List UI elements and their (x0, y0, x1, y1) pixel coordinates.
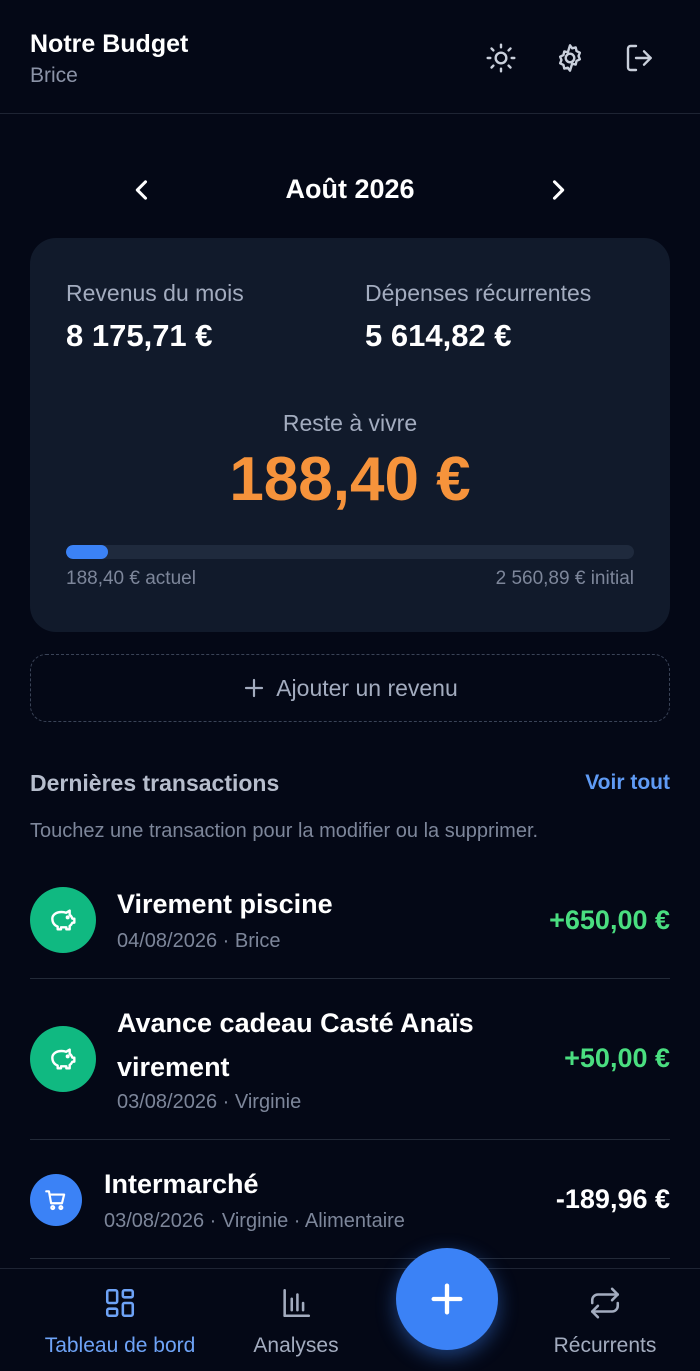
piggy-bank-icon (30, 1026, 96, 1092)
gear-icon[interactable] (550, 38, 590, 78)
transaction-title: Intermarché (104, 1169, 259, 1199)
remaining-progress-fill (66, 545, 108, 559)
nav-analytics-label: Analyses (253, 1334, 339, 1357)
transaction-meta: 03/08/2026 · Virginie (117, 1091, 302, 1113)
chevron-right-icon (552, 180, 565, 200)
transactions-hint: Touchez une transaction pour la modifier… (30, 820, 539, 842)
income-value: 8 175,71 € (66, 318, 213, 353)
income-label: Revenus du mois (66, 280, 244, 306)
transaction-meta: 04/08/2026 · Brice (117, 930, 281, 952)
transaction-title-line-2: virement (117, 1052, 230, 1082)
plus-icon (245, 678, 264, 698)
transaction-amount: -189,96 € (555, 1184, 670, 1214)
repeat-icon (590, 1287, 620, 1319)
sun-icon[interactable] (481, 38, 521, 78)
nav-dashboard-label: Tableau de bord (44, 1334, 196, 1357)
transaction-row[interactable]: Virement piscine 04/08/2026 · Brice +650… (30, 870, 670, 978)
remaining-progress-bar (66, 545, 634, 559)
transaction-row[interactable]: Intermarché 03/08/2026 · Virginie · Alim… (30, 1140, 670, 1258)
progress-current-label: 188,40 € actuel (66, 568, 196, 589)
budget-summary-card: Revenus du mois 8 175,71 € Dépenses récu… (30, 238, 670, 632)
nav-dashboard[interactable]: Tableau de bord (30, 1269, 210, 1371)
recurring-expenses-label: Dépenses récurrentes (365, 280, 592, 306)
add-transaction-button[interactable] (396, 1248, 498, 1350)
bar-chart-icon (283, 1288, 311, 1318)
progress-initial-label: 2 560,89 € initial (495, 568, 634, 589)
transactions-title: Dernières transactions (30, 770, 280, 796)
transaction-title-line-1: Avance cadeau Casté Anaïs (117, 1008, 474, 1038)
see-all-link[interactable]: Voir tout (585, 771, 670, 795)
nav-recurring[interactable]: Récurrents (540, 1269, 670, 1371)
nav-analytics[interactable]: Analyses (236, 1269, 356, 1371)
bottom-navigation: Tableau de bord Analyses Récurrents (0, 1268, 700, 1371)
nav-recurring-label: Récurrents (553, 1334, 657, 1357)
transaction-meta: 03/08/2026 · Virginie · Alimentaire (104, 1210, 405, 1232)
logout-icon[interactable] (620, 38, 660, 78)
plus-icon (431, 1283, 463, 1315)
remaining-label: Reste à vivre (282, 410, 418, 436)
add-income-button[interactable]: Ajouter un revenu (30, 654, 670, 722)
app-title: Notre Budget (30, 30, 189, 58)
user-name: Brice (30, 64, 78, 87)
dashboard-icon (105, 1288, 135, 1318)
transaction-row[interactable]: Avance cadeau Casté Anaïs virement 03/08… (30, 979, 670, 1139)
current-month: Août 2026 (285, 174, 415, 204)
recurring-expenses-value: 5 614,82 € (365, 318, 512, 353)
transaction-amount: +50,00 € (564, 1043, 670, 1073)
piggy-bank-icon (30, 887, 96, 953)
transaction-title: Virement piscine (117, 889, 333, 919)
next-month-button[interactable] (540, 172, 576, 208)
app-header: Notre Budget Brice (0, 0, 700, 114)
cart-icon (30, 1174, 82, 1226)
add-income-label: Ajouter un revenu (276, 674, 458, 701)
remaining-value: 188,40 € (229, 445, 471, 514)
month-navigation: Août 2026 (0, 160, 700, 220)
transaction-amount: +650,00 € (549, 905, 670, 935)
divider (30, 1258, 670, 1259)
